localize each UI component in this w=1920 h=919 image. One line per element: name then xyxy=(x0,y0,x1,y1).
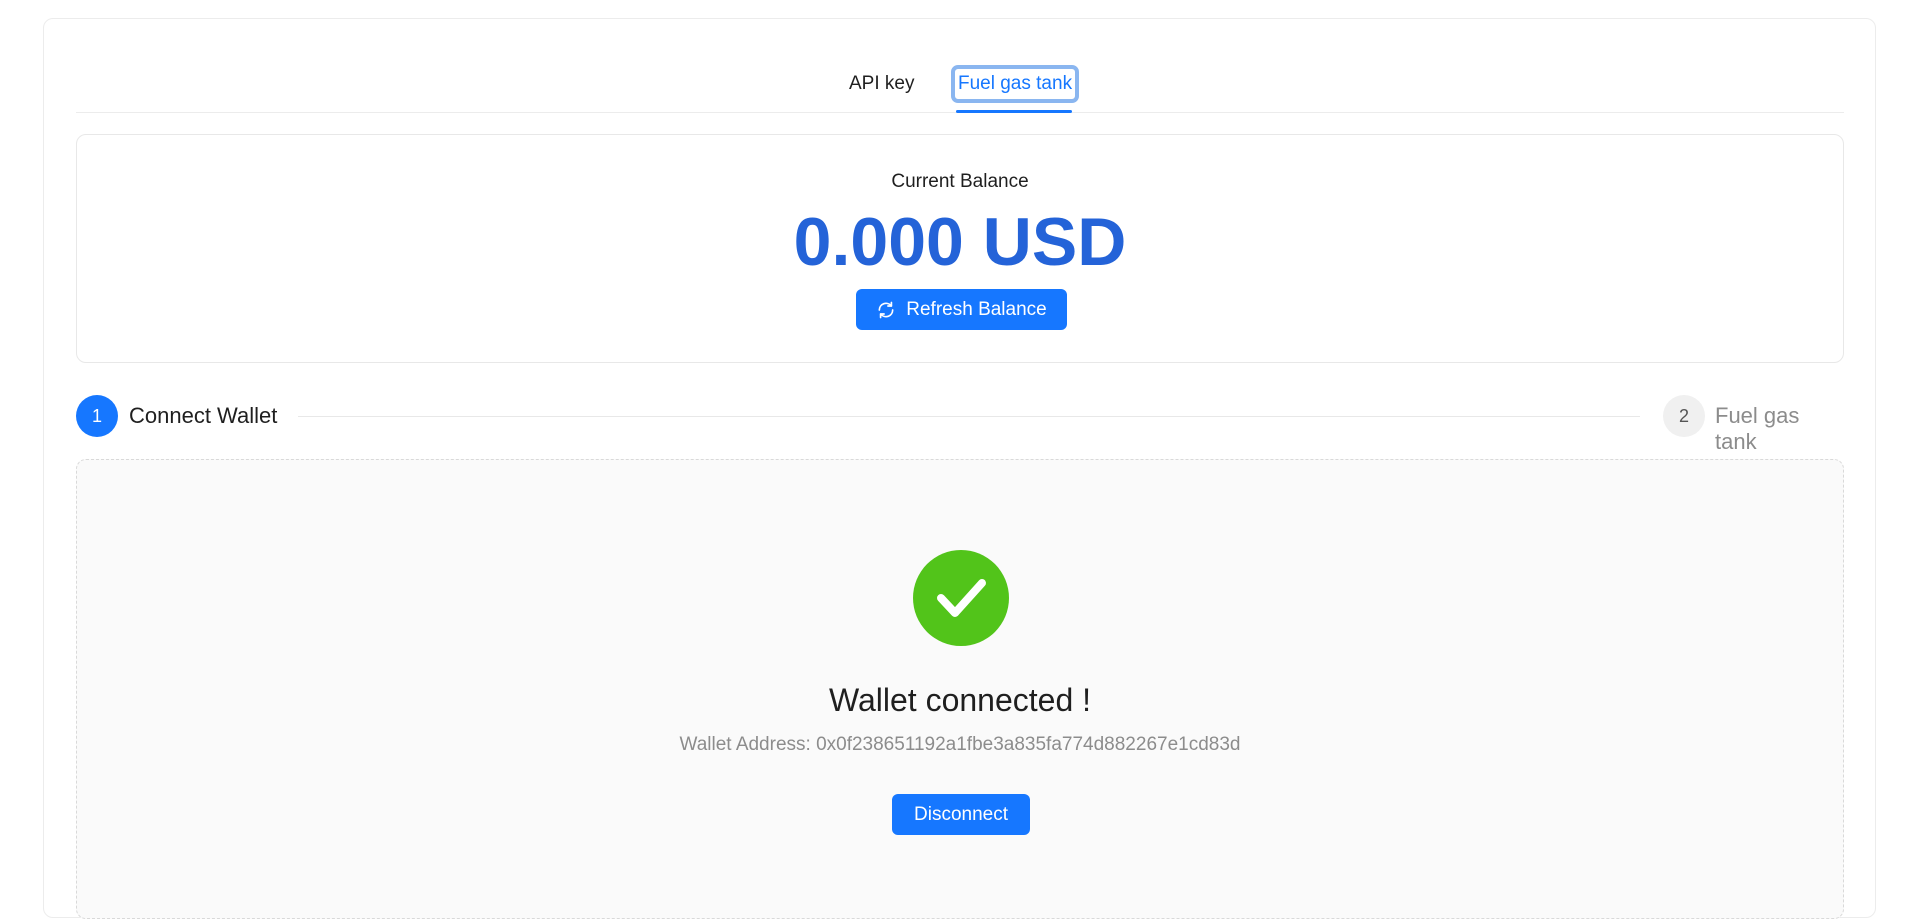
refresh-balance-button[interactable]: Refresh Balance xyxy=(856,289,1067,330)
sync-icon xyxy=(878,301,894,318)
wallet-connect-panel: Wallet connected ! Wallet Address: 0x0f2… xyxy=(76,459,1844,919)
step-1-title: Connect Wallet xyxy=(129,403,278,428)
balance-label: Current Balance xyxy=(891,171,1029,192)
steps: 1 Connect Wallet 2 Fuel gas tank xyxy=(76,394,1844,454)
balance-value: 0.000 USD xyxy=(793,204,1127,280)
step-2-number: 2 xyxy=(1663,395,1705,437)
tab-api-key[interactable]: API key xyxy=(849,70,914,98)
balance-panel: Current Balance 0.000 USD Refresh Balanc… xyxy=(76,134,1844,363)
step-2-title: Fuel gas tank xyxy=(1715,403,1800,454)
result-title: Wallet connected ! xyxy=(828,682,1092,718)
refresh-balance-label: Refresh Balance xyxy=(906,298,1047,320)
step-1-number: 1 xyxy=(76,395,118,437)
tab-fuel-gas-tank[interactable]: Fuel gas tank xyxy=(950,65,1080,103)
step-connector-line xyxy=(298,416,1640,417)
wallet-address: Wallet Address: 0x0f238651192a1fbe3a835f… xyxy=(679,734,1241,755)
active-tab-indicator xyxy=(956,110,1072,113)
check-circle-icon xyxy=(913,550,1009,646)
disconnect-button[interactable]: Disconnect xyxy=(892,794,1030,835)
tab-bar: API key Fuel gas tank xyxy=(76,52,1844,113)
